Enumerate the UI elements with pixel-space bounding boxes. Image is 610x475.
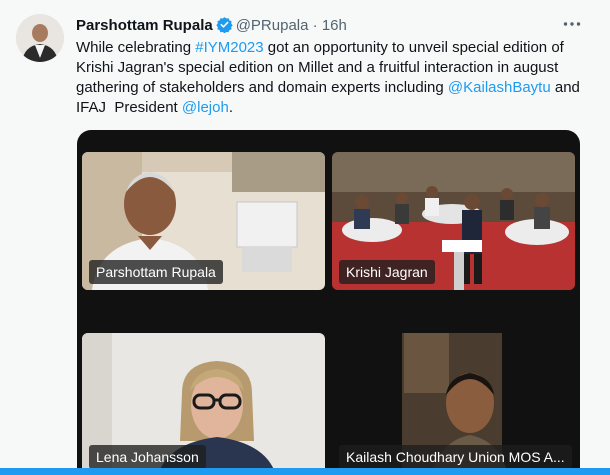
participant-name: Parshottam Rupala	[89, 260, 223, 284]
tweet-text: While celebrating #IYM2023 got an opport…	[76, 38, 586, 118]
hashtag-link[interactable]: #IYM2023	[195, 39, 263, 56]
tweet-text-segment: got an opportunity to unveil special edi…	[263, 39, 564, 56]
mention-link-lejoh[interactable]: @lejoh	[182, 99, 229, 116]
participant-tile: Krishi Jagran	[332, 152, 575, 290]
participant-tile: Lena Johansson	[82, 333, 325, 475]
tweet-text-segment: gathering of stakeholders and domain exp…	[76, 79, 448, 96]
tweet-text-segment: While celebrating	[76, 39, 196, 56]
tweet-card[interactable]: Parshottam Rupala @PRupala · 16h While ce…	[0, 0, 610, 475]
mention-link-kailashbaytu[interactable]: @KailashBaytu	[448, 79, 551, 96]
participant-name: Lena Johansson	[89, 445, 206, 469]
tweet-text-segment: and	[550, 79, 580, 96]
header-separator: ·	[312, 17, 318, 34]
tweet-text-segment: IFAJ President	[76, 99, 182, 116]
tweet-text-segment: .	[228, 99, 233, 116]
ellipsis-icon[interactable]	[560, 12, 584, 36]
participant-name: Kailash Choudhary Union MOS A...	[339, 445, 572, 469]
avatar[interactable]	[16, 14, 64, 62]
tweet-timestamp[interactable]: 16h	[322, 17, 347, 34]
tweet-media-video-call[interactable]: Parshottam Rupala Krishi Jagran Lena Joh…	[77, 130, 580, 475]
participant-tile: Parshottam Rupala	[82, 152, 325, 290]
participant-tile: Kailash Choudhary Union MOS A...	[332, 333, 575, 475]
author-handle[interactable]: @PRupala	[236, 17, 309, 34]
bottom-accent-bar	[0, 468, 610, 475]
tweet-text-segment: Krishi Jagran's special edition on Mille…	[76, 59, 559, 76]
tweet-header: Parshottam Rupala @PRupala · 16h	[76, 16, 596, 36]
verified-badge-icon	[216, 16, 233, 39]
participant-name: Krishi Jagran	[339, 260, 435, 284]
author-name[interactable]: Parshottam Rupala	[76, 17, 213, 34]
